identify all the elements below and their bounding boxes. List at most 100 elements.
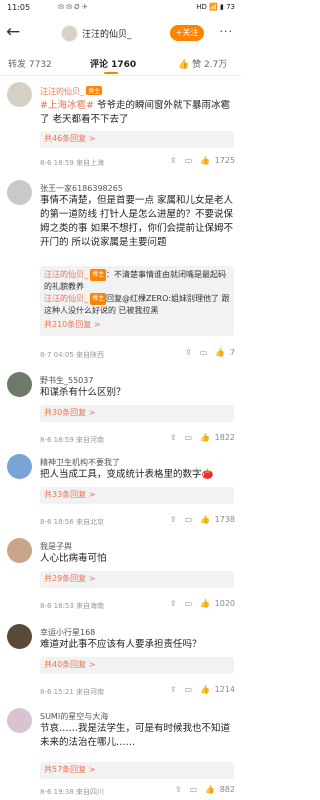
comment-meta: 8-6 18:59 来自上海 — [40, 159, 105, 167]
avatar[interactable] — [7, 180, 32, 205]
like-icon[interactable]: 👍 — [200, 599, 210, 608]
like-count: 1214 — [214, 685, 235, 694]
like-count: 882 — [219, 785, 235, 794]
avatar[interactable] — [7, 624, 32, 649]
comment-actions: ⇪ ▭ 👍 1738 — [162, 515, 235, 524]
status-system-icons: HD 📶 ▮ 73 — [196, 3, 235, 11]
comment-text: #上海冰雹# 爷爷走的瞬间窗外就下暴雨冰雹了 老天都看不下去了 — [40, 99, 235, 127]
comment-author[interactable]: 精神卫生机构不要我了 — [40, 457, 120, 468]
share-icon[interactable]: ⇪ — [185, 348, 192, 357]
comment-meta: 8-7 04:05 来自陕西 — [40, 351, 105, 359]
header: ← 汪汪的仙贝_ +关注 ··· — [0, 16, 241, 50]
comment-item: SUMI的星空与大海 节哀……我是法学生，可是有时候我也不知道未来的法治在哪儿…… — [0, 708, 241, 798]
like-count: 1822 — [214, 433, 235, 442]
status-notification-icons: ✉ ✉ Ø ✈ — [58, 3, 88, 11]
comment-meta: 8-6 18:53 来自海南 — [40, 602, 105, 610]
avatar[interactable] — [61, 25, 78, 42]
comment-icon[interactable]: ▭ — [185, 433, 193, 442]
view-replies-link[interactable]: 共57条回复 > — [40, 762, 234, 777]
comment-actions: ⇪ ▭ 👍 7 — [177, 348, 235, 357]
view-replies-link[interactable]: 共30条回复 > — [40, 405, 234, 420]
thumbs-up-icon: 👍 — [178, 60, 190, 70]
avatar[interactable] — [7, 454, 32, 479]
page-title[interactable]: 汪汪的仙贝_ — [82, 27, 132, 40]
reply-box: 汪汪的仙贝_ 博主 ：不清楚事情谁由就闭嘴是最起码的礼貌教养 汪汪的仙贝_ 博主 回复@… — [40, 266, 234, 336]
share-icon[interactable]: ⇪ — [175, 785, 182, 794]
tab-likes-label: 赞 2.7万 — [192, 60, 228, 70]
comment-icon[interactable]: ▭ — [185, 515, 193, 524]
like-icon[interactable]: 👍 — [200, 433, 210, 442]
status-time: 11:05 — [7, 3, 31, 12]
avatar[interactable] — [7, 538, 32, 563]
reply-box: 共33条回复 > — [40, 487, 234, 504]
comment-text: 节哀……我是法学生，可是有时候我也不知道未来的法治在哪儿…… — [40, 723, 231, 748]
comment-icon[interactable]: ▭ — [185, 685, 193, 694]
like-icon[interactable]: 👍 — [205, 785, 215, 794]
reply-author[interactable]: 汪汪的仙贝_ — [44, 270, 88, 279]
avatar[interactable] — [7, 82, 32, 107]
reply-box: 共57条回复 > — [40, 762, 234, 779]
comment-icon[interactable]: ▭ — [185, 156, 193, 165]
active-tab-indicator — [104, 72, 118, 74]
comment-text: 人心比病毒可怕 — [40, 553, 107, 564]
comment-author[interactable]: 张王一家6186398265 — [40, 183, 123, 194]
comment-icon[interactable]: ▭ — [185, 599, 193, 608]
hashtag-link[interactable]: #上海冰雹# — [40, 100, 94, 111]
more-icon[interactable]: ··· — [220, 25, 234, 38]
view-replies-link[interactable]: 共210条回复 > — [40, 317, 234, 332]
follow-button[interactable]: +关注 — [170, 25, 204, 41]
comment-text: 难道对此事不应该有人要承担责任吗？ — [40, 639, 202, 650]
comment-author[interactable]: 汪汪的仙贝_ 博主 — [40, 86, 103, 97]
comment-item: 汪汪的仙贝_ 博主 #上海冰雹# 爷爷走的瞬间窗外就下暴雨冰雹了 老天都看不下去了… — [0, 82, 241, 170]
like-count: 1738 — [214, 515, 235, 524]
reply-box: 共46条回复 > — [40, 131, 234, 148]
comment-author-name: 汪汪的仙贝_ — [40, 87, 84, 96]
comment-author[interactable]: 野书生_55037 — [40, 375, 93, 386]
comment-actions: ⇪ ▭ 👍 1214 — [162, 685, 235, 694]
tab-bar: 转发 7732 评论 1760 👍 赞 2.7万 — [0, 52, 241, 76]
view-replies-link[interactable]: 共40条回复 > — [40, 657, 234, 672]
share-icon[interactable]: ⇪ — [170, 156, 177, 165]
back-arrow-icon[interactable]: ← — [6, 24, 20, 41]
author-badge: 博主 — [90, 293, 107, 305]
comment-meta: 8-6 18:59 来自河南 — [40, 436, 105, 444]
status-bar: 11:05 ✉ ✉ Ø ✈ HD 📶 ▮ 73 — [0, 0, 241, 16]
reply-line[interactable]: 汪汪的仙贝_ 博主 回复@红棵ZERO:姐妹别理他了 跟这种人没什么好说的 已被我拉… — [40, 293, 234, 317]
comment-author[interactable]: 幸运小行星168 — [40, 627, 95, 638]
view-replies-link[interactable]: 共46条回复 > — [40, 131, 234, 146]
like-icon[interactable]: 👍 — [200, 156, 210, 165]
view-replies-link[interactable]: 共33条回复 > — [40, 487, 234, 502]
comment-text: 和谋杀有什么区别？ — [40, 387, 126, 398]
share-icon[interactable]: ⇪ — [170, 599, 177, 608]
like-count: 1725 — [214, 156, 235, 165]
comment-author[interactable]: 我是子舆 — [40, 541, 72, 552]
view-replies-link[interactable]: 共29条回复 > — [40, 571, 234, 586]
share-icon[interactable]: ⇪ — [170, 515, 177, 524]
avatar[interactable] — [7, 372, 32, 397]
reply-author[interactable]: 汪汪的仙贝_ — [44, 294, 88, 303]
comment-icon[interactable]: ▭ — [190, 785, 198, 794]
author-badge: 博主 — [90, 269, 107, 281]
comment-meta: 8-6 18:56 来自北京 — [40, 518, 105, 526]
comment-item: 野书生_55037 和谋杀有什么区别？ 共30条回复 > 8-6 18:59 来… — [0, 372, 241, 447]
like-icon[interactable]: 👍 — [215, 348, 225, 357]
comment-text: 事情不清楚，但是首要一点 家属和儿女是老人的第一道防线 打针人是怎么进屋的？不要… — [40, 195, 234, 248]
like-icon[interactable]: 👍 — [200, 515, 210, 524]
comment-meta: 8-6 19:38 来自四川 — [40, 788, 105, 796]
tab-comments[interactable]: 评论 1760 — [90, 57, 136, 70]
avatar[interactable] — [7, 708, 32, 733]
tab-likes[interactable]: 👍 赞 2.7万 — [178, 57, 227, 70]
comment-icon[interactable]: ▭ — [200, 348, 208, 357]
comment-actions: ⇪ ▭ 👍 882 — [167, 785, 235, 794]
comment-actions: ⇪ ▭ 👍 1822 — [162, 433, 235, 442]
share-icon[interactable]: ⇪ — [170, 433, 177, 442]
tab-reposts[interactable]: 转发 7732 — [8, 57, 52, 70]
share-icon[interactable]: ⇪ — [170, 685, 177, 694]
comment-actions: ⇪ ▭ 👍 1020 — [162, 599, 235, 608]
comment-meta: 8-6 15:21 来自河南 — [40, 688, 105, 696]
comment-actions: ⇪ ▭ 👍 1725 — [162, 156, 235, 165]
like-icon[interactable]: 👍 — [200, 685, 210, 694]
reply-box: 共30条回复 > — [40, 405, 234, 422]
comment-author[interactable]: SUMI的星空与大海 — [40, 711, 108, 722]
reply-line[interactable]: 汪汪的仙贝_ 博主 ：不清楚事情谁由就闭嘴是最起码的礼貌教养 — [40, 266, 234, 293]
